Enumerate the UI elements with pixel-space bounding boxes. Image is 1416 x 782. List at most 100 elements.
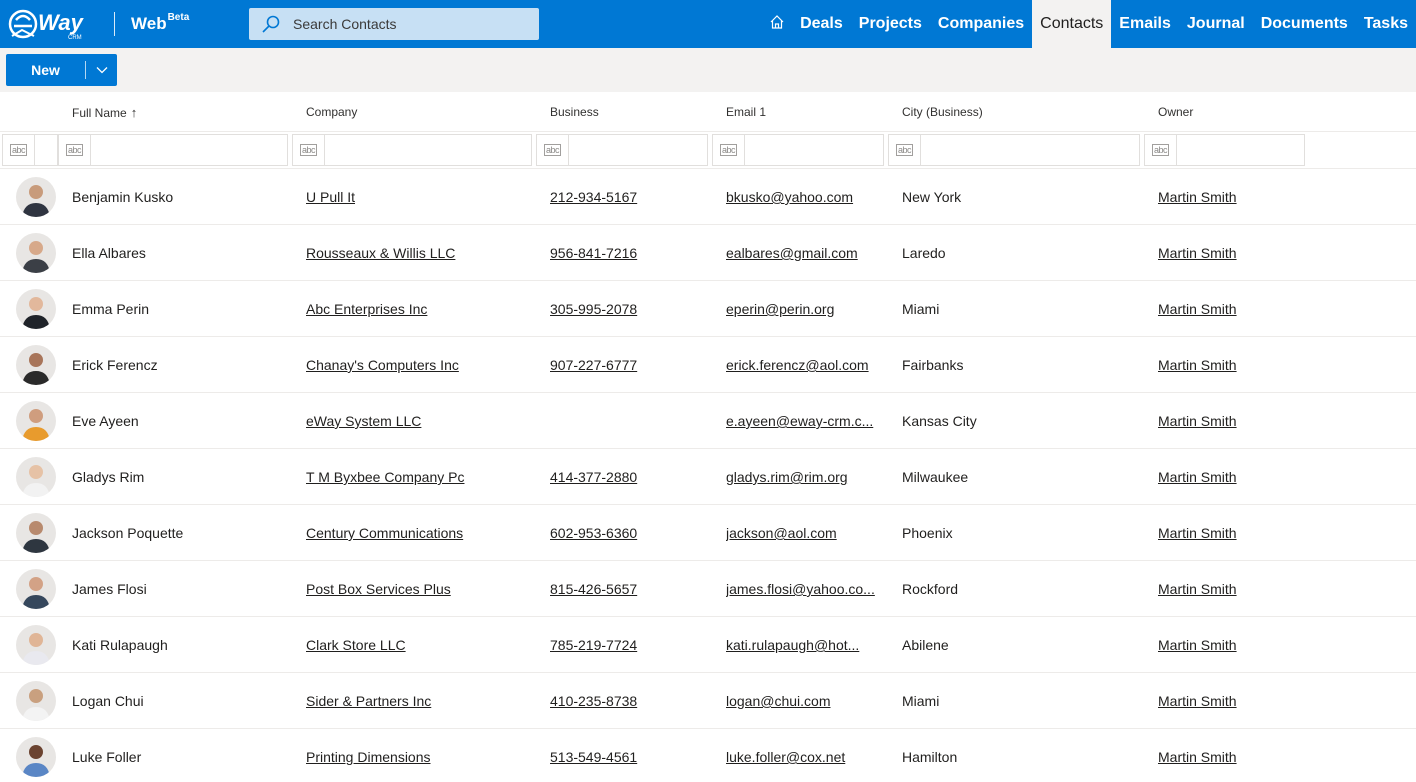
cell-business-phone-link[interactable]: 305-995-2078 [550, 301, 710, 317]
web-beta-label: WebBeta [131, 12, 189, 34]
filter-business[interactable]: abc [536, 134, 708, 166]
cell-owner-link[interactable]: Martin Smith [1158, 469, 1308, 485]
cell-owner-link[interactable]: Martin Smith [1158, 189, 1308, 205]
table-row[interactable]: Gladys Rim T M Byxbee Company Pc 414-377… [0, 449, 1416, 505]
avatar [16, 345, 56, 385]
cell-business-phone-link[interactable]: 513-549-4561 [550, 749, 710, 765]
new-dropdown-button[interactable] [86, 61, 117, 79]
cell-full-name: Luke Foller [72, 749, 142, 765]
cell-email-link[interactable]: logan@chui.com [726, 693, 876, 709]
cell-owner-link[interactable]: Martin Smith [1158, 525, 1308, 541]
new-split-button[interactable]: New [6, 54, 117, 86]
cell-email-link[interactable]: bkusko@yahoo.com [726, 189, 876, 205]
command-bar: New [0, 48, 1416, 92]
cell-company-link[interactable]: Chanay's Computers Inc [306, 357, 542, 373]
cell-email-link[interactable]: eperin@perin.org [726, 301, 876, 317]
cell-email-link[interactable]: erick.ferencz@aol.com [726, 357, 876, 373]
column-header-company[interactable]: Company [306, 105, 357, 119]
nav-journal[interactable]: Journal [1179, 0, 1253, 48]
cell-business-phone-link[interactable]: 815-426-5657 [550, 581, 710, 597]
sort-ascending-icon: ↑ [130, 105, 138, 120]
cell-full-name: Erick Ferencz [72, 357, 158, 373]
cell-full-name: Benjamin Kusko [72, 189, 174, 205]
nav-projects[interactable]: Projects [851, 0, 930, 48]
cell-owner-link[interactable]: Martin Smith [1158, 413, 1308, 429]
svg-text:Way: Way [38, 10, 85, 35]
cell-email-link[interactable]: jackson@aol.com [726, 525, 876, 541]
cell-business-phone-link[interactable]: 602-953-6360 [550, 525, 710, 541]
table-row[interactable]: Logan Chui Sider & Partners Inc 410-235-… [0, 673, 1416, 729]
cell-company-link[interactable]: eWay System LLC [306, 413, 542, 429]
nav-documents[interactable]: Documents [1253, 0, 1356, 48]
filter-avatar[interactable]: abc [2, 134, 58, 166]
cell-full-name: Gladys Rim [72, 469, 145, 485]
column-header-full-name[interactable]: Full Name ↑ [72, 105, 137, 120]
cell-owner-link[interactable]: Martin Smith [1158, 693, 1308, 709]
cell-email-link[interactable]: e.ayeen@eway-crm.c... [726, 413, 876, 429]
filter-full-name[interactable]: abc [58, 134, 288, 166]
cell-full-name: Jackson Poquette [72, 525, 184, 541]
cell-company-link[interactable]: Post Box Services Plus [306, 581, 542, 597]
cell-email-link[interactable]: kati.rulapaugh@hot... [726, 637, 876, 653]
contacts-grid: Benjamin Kusko U Pull It 212-934-5167 bk… [0, 169, 1416, 782]
cell-company-link[interactable]: Printing Dimensions [306, 749, 542, 765]
cell-owner-link[interactable]: Martin Smith [1158, 749, 1308, 765]
cell-owner-link[interactable]: Martin Smith [1158, 357, 1308, 373]
cell-city: Abilene [902, 637, 949, 653]
cell-company-link[interactable]: T M Byxbee Company Pc [306, 469, 542, 485]
text-filter-label: abc [299, 144, 317, 156]
cell-business-phone-link[interactable]: 414-377-2880 [550, 469, 710, 485]
cell-business-phone-link[interactable]: 410-235-8738 [550, 693, 710, 709]
avatar [16, 737, 56, 777]
cell-company-link[interactable]: U Pull It [306, 189, 542, 205]
cell-company-link[interactable]: Sider & Partners Inc [306, 693, 542, 709]
cell-owner-link[interactable]: Martin Smith [1158, 301, 1308, 317]
nav-deals[interactable]: Deals [792, 0, 851, 48]
table-row[interactable]: Eve Ayeen eWay System LLC e.ayeen@eway-c… [0, 393, 1416, 449]
cell-email-link[interactable]: gladys.rim@rim.org [726, 469, 876, 485]
table-row[interactable]: Ella Albares Rousseaux & Willis LLC 956-… [0, 225, 1416, 281]
cell-owner-link[interactable]: Martin Smith [1158, 637, 1308, 653]
column-header-owner[interactable]: Owner [1158, 105, 1193, 119]
column-header-label: Full Name [72, 106, 127, 120]
column-header-email[interactable]: Email 1 [726, 105, 766, 119]
cell-company-link[interactable]: Abc Enterprises Inc [306, 301, 542, 317]
home-button[interactable] [762, 0, 792, 48]
search-box[interactable] [249, 8, 539, 40]
cell-owner-link[interactable]: Martin Smith [1158, 245, 1308, 261]
table-row[interactable]: Kati Rulapaugh Clark Store LLC 785-219-7… [0, 617, 1416, 673]
cell-business-phone-link[interactable]: 907-227-6777 [550, 357, 710, 373]
table-row[interactable]: James Flosi Post Box Services Plus 815-4… [0, 561, 1416, 617]
cell-full-name: Eve Ayeen [72, 413, 139, 429]
filter-email[interactable]: abc [712, 134, 884, 166]
search-input[interactable] [293, 8, 533, 40]
new-button[interactable]: New [6, 62, 85, 78]
table-row[interactable]: Erick Ferencz Chanay's Computers Inc 907… [0, 337, 1416, 393]
filter-city[interactable]: abc [888, 134, 1140, 166]
cell-business-phone-link[interactable]: 212-934-5167 [550, 189, 710, 205]
nav-emails[interactable]: Emails [1111, 0, 1179, 48]
eway-crm-logo[interactable]: Way CRM [8, 6, 92, 42]
table-row[interactable]: Emma Perin Abc Enterprises Inc 305-995-2… [0, 281, 1416, 337]
cell-email-link[interactable]: james.flosi@yahoo.co... [726, 581, 876, 597]
nav-companies[interactable]: Companies [930, 0, 1032, 48]
cell-business-phone-link[interactable]: 785-219-7724 [550, 637, 710, 653]
cell-business-phone-link[interactable]: 956-841-7216 [550, 245, 710, 261]
nav-tasks[interactable]: Tasks [1356, 0, 1416, 48]
cell-full-name: Kati Rulapaugh [72, 637, 168, 653]
filter-owner[interactable]: abc [1144, 134, 1305, 166]
nav-contacts[interactable]: Contacts [1032, 0, 1112, 48]
cell-company-link[interactable]: Century Communications [306, 525, 542, 541]
column-header-business[interactable]: Business [550, 105, 599, 119]
cell-email-link[interactable]: luke.foller@cox.net [726, 749, 876, 765]
svg-text:CRM: CRM [68, 35, 82, 41]
table-row[interactable]: Benjamin Kusko U Pull It 212-934-5167 bk… [0, 169, 1416, 225]
table-row[interactable]: Luke Foller Printing Dimensions 513-549-… [0, 729, 1416, 782]
cell-company-link[interactable]: Clark Store LLC [306, 637, 542, 653]
table-row[interactable]: Jackson Poquette Century Communications … [0, 505, 1416, 561]
filter-company[interactable]: abc [292, 134, 532, 166]
column-header-city[interactable]: City (Business) [902, 105, 983, 119]
cell-email-link[interactable]: ealbares@gmail.com [726, 245, 876, 261]
cell-owner-link[interactable]: Martin Smith [1158, 581, 1308, 597]
cell-company-link[interactable]: Rousseaux & Willis LLC [306, 245, 542, 261]
